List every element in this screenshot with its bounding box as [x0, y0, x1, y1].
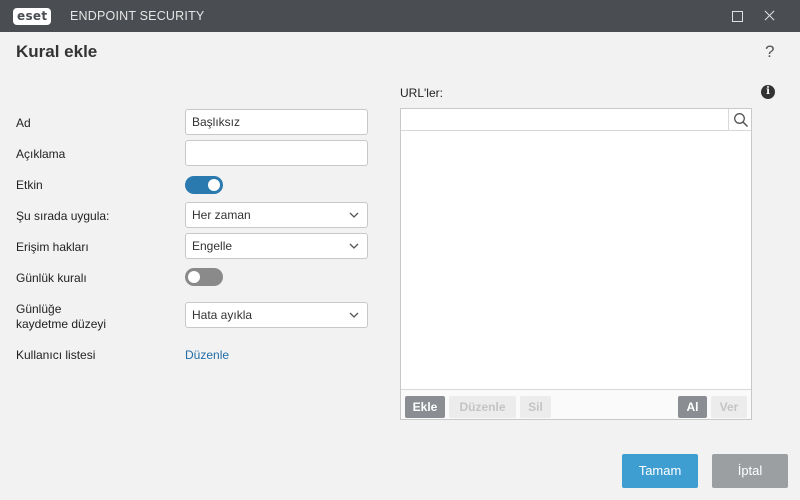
log-rule-toggle[interactable] — [185, 268, 223, 286]
url-toolbar: Ekle Düzenle Sil Al Ver — [401, 389, 751, 419]
chevron-down-icon — [349, 310, 359, 320]
add-url-button[interactable]: Ekle — [405, 396, 445, 418]
info-icon[interactable]: i — [761, 85, 775, 99]
description-label: Açıklama — [16, 147, 66, 161]
access-rights-value: Engelle — [192, 239, 233, 253]
delete-url-button[interactable]: Sil — [520, 396, 551, 418]
help-icon[interactable]: ? — [765, 42, 774, 62]
url-list-panel: Ekle Düzenle Sil Al Ver — [400, 108, 752, 420]
log-severity-label-line2: kaydetme düzeyi — [16, 317, 107, 331]
access-rights-label: Erişim hakları — [16, 240, 89, 254]
app-name: ENDPOINT SECURITY — [70, 9, 205, 23]
user-list-label: Kullanıcı listesi — [16, 348, 96, 362]
search-separator — [728, 109, 729, 130]
log-severity-select[interactable]: Hata ayıkla — [185, 302, 368, 328]
enabled-label: Etkin — [16, 178, 43, 192]
export-button[interactable]: Ver — [711, 396, 747, 418]
apply-during-value: Her zaman — [192, 208, 251, 222]
page-title: Kural ekle — [16, 42, 98, 61]
search-icon[interactable] — [733, 112, 749, 128]
user-list-edit-link[interactable]: Düzenle — [185, 348, 229, 362]
eset-logo: eset — [13, 7, 52, 25]
eset-logo-text: eset — [17, 8, 48, 23]
url-list[interactable] — [401, 131, 751, 389]
ok-button[interactable]: Tamam — [622, 454, 698, 488]
name-input[interactable]: Başlıksız — [185, 109, 368, 135]
enabled-toggle[interactable] — [185, 176, 223, 194]
maximize-icon[interactable] — [727, 6, 747, 26]
eset-logo-mark: eset — [13, 7, 52, 25]
chevron-down-icon — [349, 241, 359, 251]
name-label: Ad — [16, 116, 31, 130]
apply-during-label: Şu sırada uygula: — [16, 209, 110, 223]
log-severity-label: Günlüğe kaydetme düzeyi — [16, 302, 106, 332]
toggle-knob — [188, 271, 200, 283]
cancel-button[interactable]: İptal — [712, 454, 788, 488]
apply-during-select[interactable]: Her zaman — [185, 202, 368, 228]
log-rule-label: Günlük kuralı — [16, 271, 87, 285]
import-button[interactable]: Al — [678, 396, 707, 418]
urls-label: URL'ler: — [400, 86, 443, 100]
title-bar: eset ENDPOINT SECURITY — [0, 0, 800, 32]
edit-url-button[interactable]: Düzenle — [449, 396, 516, 418]
log-severity-value: Hata ayıkla — [192, 308, 253, 322]
access-rights-select[interactable]: Engelle — [185, 233, 368, 259]
url-search-input[interactable] — [401, 109, 751, 131]
log-severity-label-line1: Günlüğe — [16, 302, 62, 316]
toggle-knob — [208, 179, 220, 191]
description-input[interactable] — [185, 140, 368, 166]
close-icon[interactable] — [760, 6, 780, 26]
chevron-down-icon — [349, 210, 359, 220]
